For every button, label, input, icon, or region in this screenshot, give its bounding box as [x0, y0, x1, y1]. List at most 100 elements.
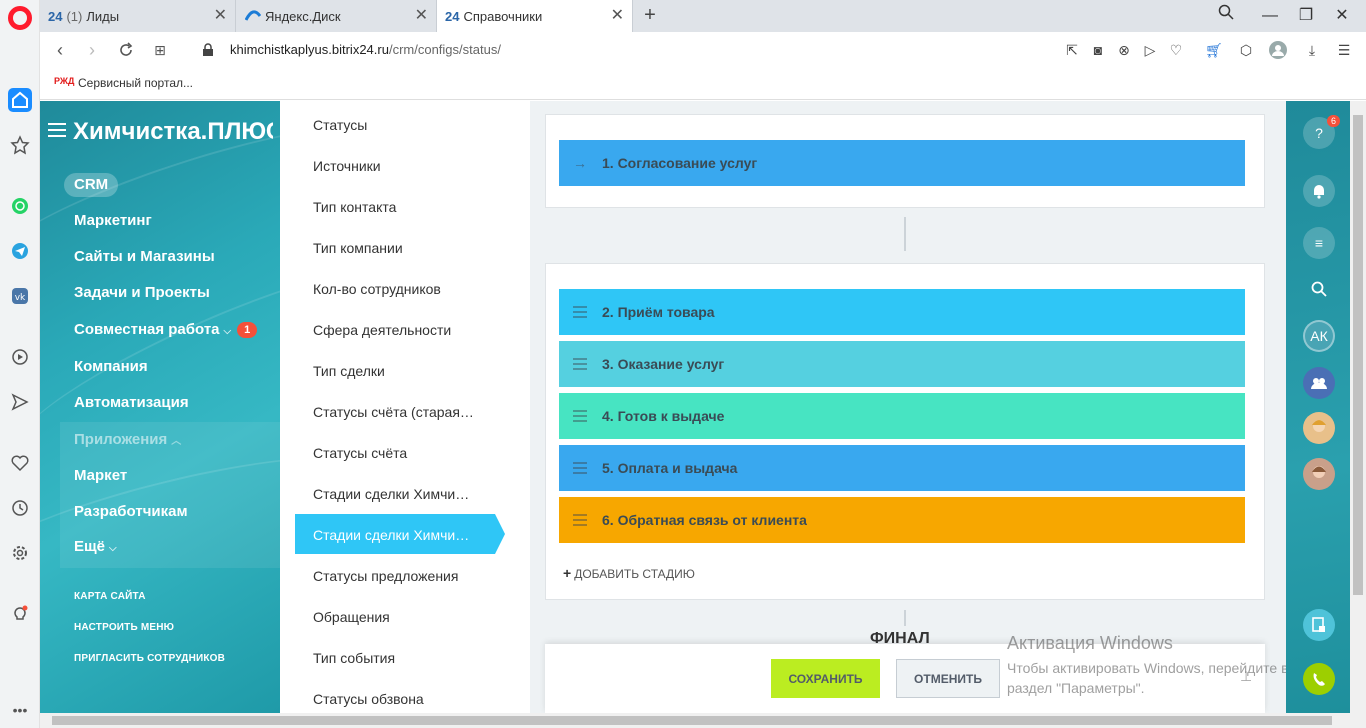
- chevron-down-icon: ⌵: [109, 543, 117, 554]
- url-field[interactable]: khimchistkaplyus.bitrix24.ru/crm/configs…: [230, 42, 501, 57]
- easy-setup-icon[interactable]: ☰: [1334, 40, 1354, 60]
- tips-icon[interactable]: [8, 602, 32, 626]
- new-document-icon[interactable]: [1303, 609, 1335, 641]
- whatsapp-icon[interactable]: [8, 194, 32, 218]
- menu-item-sites[interactable]: Сайты и Магазины: [74, 248, 215, 265]
- dictionary-item[interactable]: Статусы предложения: [313, 568, 458, 584]
- add-stage-button[interactable]: + ДОБАВИТЬ СТАДИЮ: [563, 565, 695, 581]
- menu-item-market[interactable]: Маркет: [74, 467, 127, 484]
- share-icon[interactable]: ⇱: [1062, 40, 1082, 60]
- dictionary-item[interactable]: Источники: [313, 158, 381, 174]
- dictionary-item[interactable]: Тип контакта: [313, 199, 396, 215]
- menu-item-automation[interactable]: Автоматизация: [74, 394, 189, 411]
- more-icon[interactable]: •••: [8, 698, 32, 722]
- history-icon[interactable]: [8, 496, 32, 520]
- tab-leads[interactable]: 24 (1) Лиды ✕: [40, 0, 236, 32]
- menu-item-collaboration[interactable]: Совместная работа ⌵ 1: [74, 321, 258, 338]
- tab-dictionaries[interactable]: 24 Справочники ✕: [437, 0, 633, 32]
- horizontal-scrollbar-thumb[interactable]: [52, 716, 1332, 725]
- stage-item[interactable]: 5. Оплата и выдача: [559, 445, 1245, 491]
- cancel-button[interactable]: ОТМЕНИТЬ: [896, 659, 1000, 698]
- timeline-icon[interactable]: ≡: [1303, 227, 1335, 259]
- menu-item-label: Совместная работа: [74, 321, 220, 338]
- dictionary-item[interactable]: Кол-во сотрудников: [313, 281, 441, 297]
- search-icon[interactable]: [1303, 273, 1335, 305]
- menu-item-more[interactable]: Ещё ⌵: [74, 538, 117, 555]
- close-icon[interactable]: ✕: [611, 8, 624, 24]
- drag-handle-icon[interactable]: [573, 511, 587, 529]
- close-icon[interactable]: ✕: [214, 8, 227, 24]
- flow-icon[interactable]: ▷: [1140, 40, 1160, 60]
- bookmark-service-portal[interactable]: Сервисный портал...: [78, 76, 193, 90]
- close-window-button[interactable]: ✕: [1330, 4, 1354, 28]
- dictionary-item[interactable]: Сфера деятельности: [313, 322, 451, 338]
- settings-icon[interactable]: [8, 541, 32, 565]
- notifications-icon[interactable]: [1303, 175, 1335, 207]
- extensions-icon[interactable]: ⬡: [1236, 40, 1256, 60]
- dictionary-item[interactable]: Статусы: [313, 117, 367, 133]
- download-icon[interactable]: ⤓: [1302, 40, 1322, 60]
- telegram-icon[interactable]: [8, 239, 32, 263]
- menu-item-company[interactable]: Компания: [74, 358, 148, 375]
- new-tab-button[interactable]: +: [640, 4, 660, 28]
- drag-handle-icon[interactable]: [573, 459, 587, 477]
- favorite-icon[interactable]: ♡: [1166, 40, 1186, 60]
- stage-item[interactable]: 6. Обратная связь от клиента: [559, 497, 1245, 543]
- configure-menu-link[interactable]: НАСТРОИТЬ МЕНЮ: [74, 622, 174, 633]
- stage-item[interactable]: 3. Оказание услуг: [559, 341, 1245, 387]
- menu-item-crm[interactable]: CRM: [64, 173, 119, 197]
- stage-item[interactable]: 2. Приём товара: [559, 289, 1245, 335]
- home-icon[interactable]: [8, 88, 32, 112]
- drag-handle-icon[interactable]: [573, 303, 587, 321]
- player-icon[interactable]: [8, 345, 32, 369]
- drag-handle-icon[interactable]: [573, 407, 587, 425]
- avatar[interactable]: АК: [1303, 320, 1335, 352]
- back-button[interactable]: ‹: [48, 38, 72, 62]
- dictionary-item[interactable]: Статусы счёта (старая…: [313, 404, 474, 420]
- adblock-icon[interactable]: ⊗: [1114, 40, 1134, 60]
- save-button[interactable]: СОХРАНИТЬ: [771, 659, 880, 698]
- drag-handle-icon[interactable]: [573, 355, 587, 373]
- dictionary-item[interactable]: Статусы счёта: [313, 445, 407, 461]
- sitemap-link[interactable]: КАРТА САЙТА: [74, 591, 146, 602]
- forward-button[interactable]: ›: [80, 38, 104, 62]
- dictionary-item[interactable]: Обращения: [313, 609, 390, 625]
- lock-icon[interactable]: [196, 38, 220, 62]
- group-chat-icon[interactable]: [1303, 367, 1335, 399]
- bookmarks-icon[interactable]: [8, 133, 32, 157]
- menu-burger-icon[interactable]: [48, 123, 66, 139]
- stage-connector: [904, 217, 906, 251]
- tab-yandex-disk[interactable]: Яндекс.Диск ✕: [237, 0, 437, 32]
- menu-item-marketing[interactable]: Маркетинг: [74, 212, 152, 229]
- speed-dial-icon[interactable]: ⊞: [148, 38, 172, 62]
- phone-call-button[interactable]: [1303, 663, 1335, 695]
- dictionary-item[interactable]: Стадии сделки Химчи…: [313, 486, 469, 502]
- snapshot-icon[interactable]: ◙: [1088, 40, 1108, 60]
- dictionary-item[interactable]: Тип сделки: [313, 363, 385, 379]
- dictionary-item[interactable]: Тип события: [313, 650, 395, 666]
- stage-item[interactable]: 4. Готов к выдаче: [559, 393, 1245, 439]
- dictionary-item-active[interactable]: Стадии сделки Химчи…: [313, 527, 469, 543]
- menu-item-developers[interactable]: Разработчикам: [74, 503, 188, 520]
- search-tabs-icon[interactable]: [1214, 4, 1238, 28]
- avatar[interactable]: [1303, 412, 1335, 444]
- vertical-scrollbar-thumb[interactable]: [1353, 115, 1363, 595]
- vk-icon[interactable]: vk: [8, 284, 32, 308]
- menu-item-tasks[interactable]: Задачи и Проекты: [74, 284, 210, 301]
- restore-button[interactable]: ❐: [1294, 4, 1318, 28]
- dictionary-item[interactable]: Тип компании: [313, 240, 403, 256]
- heart-icon[interactable]: [8, 451, 32, 475]
- stage-first[interactable]: → 1. Согласование услуг: [559, 140, 1245, 186]
- send-icon[interactable]: [8, 390, 32, 414]
- close-icon[interactable]: ✕: [415, 8, 428, 24]
- opera-logo-icon[interactable]: [8, 6, 32, 30]
- dictionary-item[interactable]: Статусы обзвона: [313, 691, 424, 707]
- invite-employees-link[interactable]: ПРИГЛАСИТЬ СОТРУДНИКОВ: [74, 653, 225, 664]
- minimize-button[interactable]: —: [1258, 4, 1282, 28]
- menu-item-applications[interactable]: Приложения ︿: [74, 431, 181, 448]
- portal-title[interactable]: Химчистка.ПЛЮС: [73, 118, 273, 146]
- cart-icon[interactable]: 🛒︎: [1204, 40, 1224, 60]
- reload-icon[interactable]: [114, 38, 138, 62]
- avatar[interactable]: [1303, 458, 1335, 490]
- profile-icon[interactable]: [1268, 40, 1288, 60]
